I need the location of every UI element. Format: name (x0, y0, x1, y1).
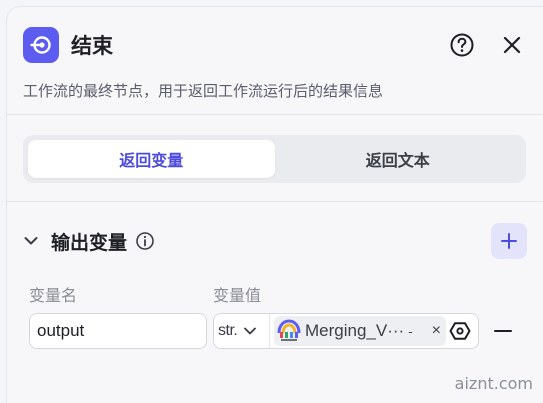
end-node-icon (23, 27, 59, 63)
add-variable-button[interactable] (491, 223, 527, 259)
remove-reference-icon[interactable]: × (432, 322, 441, 340)
hexagon-variable-icon (449, 322, 471, 340)
merge-node-logo-icon (276, 318, 302, 344)
remove-variable-button[interactable] (491, 319, 515, 343)
header-divider (7, 114, 543, 115)
plus-icon (501, 233, 517, 249)
panel-header: 结束 (23, 25, 527, 65)
section-divider (7, 201, 543, 202)
variable-picker-button[interactable] (448, 319, 472, 343)
column-label-value: 变量值 (213, 288, 262, 305)
output-section-header: 输出变量 (23, 223, 527, 259)
tab-return-variables[interactable]: 返回变量 (28, 140, 275, 178)
close-button[interactable] (497, 30, 527, 60)
help-button[interactable] (447, 30, 477, 60)
end-node-panel: 结束 工作流的最终节点，用于返回工作流运行后的结果信息 返回变量 返回文本 输出… (6, 6, 543, 403)
value-type-select[interactable]: str. (214, 314, 270, 348)
variable-name-input[interactable]: output (29, 313, 207, 349)
chevron-down-icon[interactable] (23, 233, 39, 249)
close-icon (503, 36, 521, 54)
info-icon[interactable] (135, 231, 155, 251)
node-description: 工作流的最终节点，用于返回工作流运行后的结果信息 (23, 83, 384, 100)
variable-reference-suffix: - (408, 323, 413, 339)
node-title: 结束 (71, 35, 113, 58)
watermark-text: aiznt.com (454, 374, 533, 393)
tab-return-text[interactable]: 返回文本 (275, 140, 522, 178)
minus-icon (494, 330, 512, 332)
column-label-name: 变量名 (29, 288, 78, 305)
variable-reference-label: Merging_V··· (305, 321, 405, 340)
return-mode-switch: 返回变量 返回文本 (23, 135, 526, 183)
help-icon (450, 33, 474, 57)
value-type-label: str. (218, 322, 238, 339)
variable-reference-tag[interactable]: Merging_V··· - × (274, 316, 446, 346)
section-title: 输出变量 (51, 232, 128, 254)
variable-value-field: str. Merging_V··· - × (213, 313, 479, 349)
chevron-down-icon (244, 327, 257, 335)
